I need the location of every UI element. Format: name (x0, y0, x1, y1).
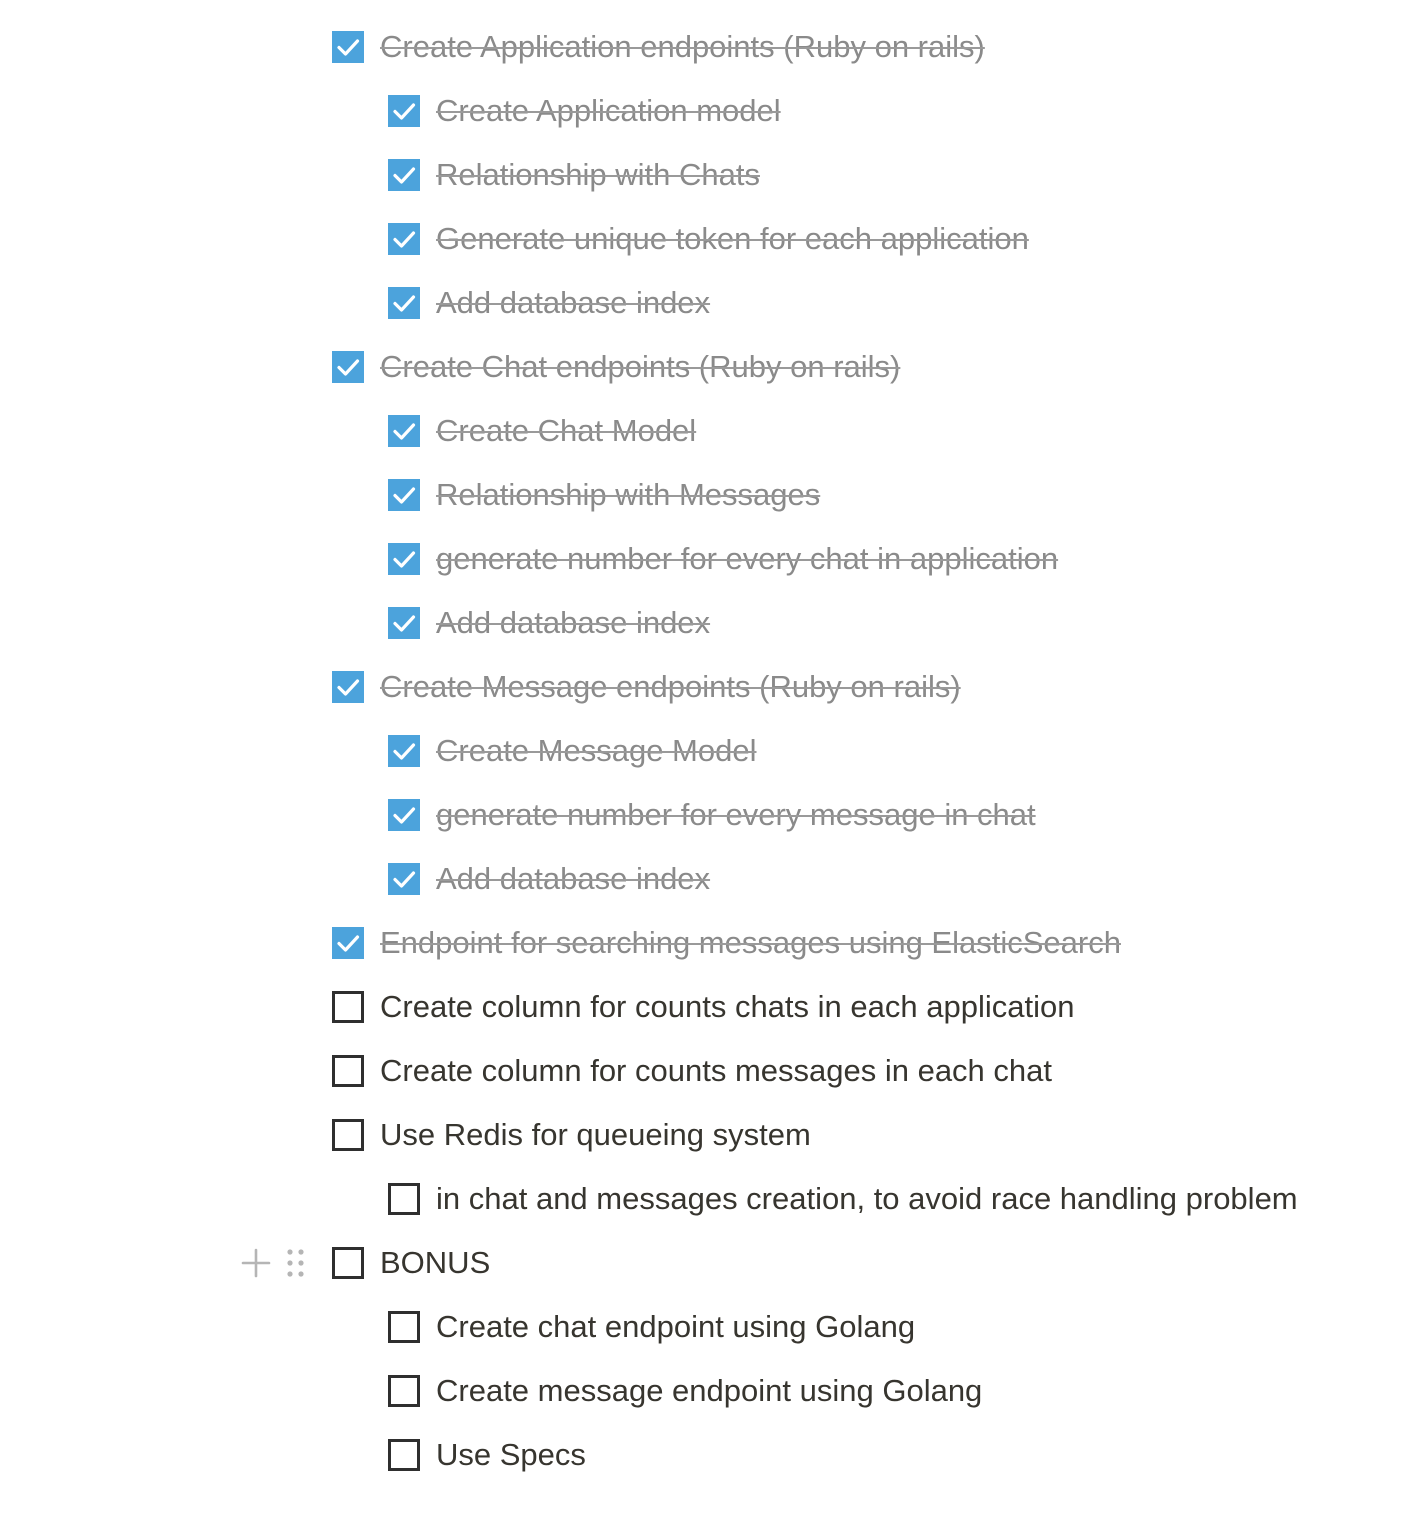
check-icon (337, 359, 360, 376)
todo-checkbox[interactable] (388, 863, 420, 895)
todo-text[interactable]: BONUS (380, 1231, 490, 1295)
check-icon (393, 167, 416, 184)
todo-item[interactable]: Generate unique token for each applicati… (0, 207, 1428, 271)
todo-item[interactable]: Create Chat Model (0, 399, 1428, 463)
check-icon (393, 295, 416, 312)
check-icon (393, 423, 416, 440)
todo-checkbox[interactable] (332, 1119, 364, 1151)
check-icon (337, 679, 360, 696)
todo-checkbox[interactable] (388, 1311, 420, 1343)
todo-item[interactable]: Add database index (0, 271, 1428, 335)
todo-checkbox[interactable] (332, 351, 364, 383)
todo-text[interactable]: Relationship with Chats (436, 143, 760, 207)
todo-item[interactable]: in chat and messages creation, to avoid … (0, 1167, 1428, 1231)
check-icon (393, 231, 416, 248)
todo-text[interactable]: Generate unique token for each applicati… (436, 207, 1029, 271)
todo-checkbox[interactable] (388, 223, 420, 255)
todo-item[interactable]: Endpoint for searching messages using El… (0, 911, 1428, 975)
todo-checkbox[interactable] (388, 1439, 420, 1471)
todo-text[interactable]: Use Specs (436, 1423, 586, 1487)
todo-item[interactable]: Use Specs (0, 1423, 1428, 1487)
todo-checkbox[interactable] (332, 1055, 364, 1087)
todo-text[interactable]: Create Message Model (436, 719, 757, 783)
check-icon (393, 551, 416, 568)
todo-item[interactable]: Create chat endpoint using Golang (0, 1295, 1428, 1359)
todo-item[interactable]: BONUS (0, 1231, 1428, 1295)
todo-checkbox[interactable] (388, 287, 420, 319)
todo-text[interactable]: Create Application model (436, 79, 781, 143)
todo-item[interactable]: Add database index (0, 847, 1428, 911)
todo-item[interactable]: Relationship with Messages (0, 463, 1428, 527)
todo-text[interactable]: generate number for every message in cha… (436, 783, 1036, 847)
todo-checkbox[interactable] (388, 1183, 420, 1215)
todo-checkbox[interactable] (332, 991, 364, 1023)
todo-item[interactable]: Create message endpoint using Golang (0, 1359, 1428, 1423)
todo-list: Create Application endpoints (Ruby on ra… (0, 15, 1428, 1487)
drag-handle-icon[interactable] (286, 1247, 306, 1279)
todo-text[interactable]: Relationship with Messages (436, 463, 820, 527)
todo-checkbox[interactable] (388, 95, 420, 127)
plus-icon[interactable] (240, 1247, 272, 1279)
todo-item[interactable]: Create Message Model (0, 719, 1428, 783)
todo-item[interactable]: Create Chat endpoints (Ruby on rails) (0, 335, 1428, 399)
todo-text[interactable]: Add database index (436, 847, 710, 911)
todo-checkbox[interactable] (388, 543, 420, 575)
todo-text[interactable]: Create Chat endpoints (Ruby on rails) (380, 335, 900, 399)
todo-checkbox[interactable] (388, 479, 420, 511)
todo-text[interactable]: Create Message endpoints (Ruby on rails) (380, 655, 961, 719)
todo-checkbox[interactable] (388, 799, 420, 831)
check-icon (393, 103, 416, 120)
todo-text[interactable]: Create column for counts messages in eac… (380, 1039, 1052, 1103)
check-icon (337, 935, 360, 952)
todo-checkbox[interactable] (388, 735, 420, 767)
todo-text[interactable]: Create chat endpoint using Golang (436, 1295, 915, 1359)
check-icon (393, 807, 416, 824)
todo-item[interactable]: Relationship with Chats (0, 143, 1428, 207)
todo-text[interactable]: generate number for every chat in applic… (436, 527, 1058, 591)
todo-text[interactable]: Create Application endpoints (Ruby on ra… (380, 15, 985, 79)
todo-item[interactable]: Add database index (0, 591, 1428, 655)
todo-text[interactable]: Add database index (436, 591, 710, 655)
todo-checkbox[interactable] (388, 1375, 420, 1407)
todo-text[interactable]: Create message endpoint using Golang (436, 1359, 982, 1423)
check-icon (393, 615, 416, 632)
todo-checkbox[interactable] (332, 31, 364, 63)
todo-text[interactable]: Create column for counts chats in each a… (380, 975, 1074, 1039)
block-handles (240, 1247, 316, 1279)
todo-checkbox[interactable] (332, 1247, 364, 1279)
todo-item[interactable]: generate number for every chat in applic… (0, 527, 1428, 591)
todo-text[interactable]: Create Chat Model (436, 399, 696, 463)
check-icon (393, 871, 416, 888)
check-icon (337, 39, 360, 56)
todo-item[interactable]: Create Message endpoints (Ruby on rails) (0, 655, 1428, 719)
todo-item[interactable]: Create column for counts chats in each a… (0, 975, 1428, 1039)
todo-item[interactable]: generate number for every message in cha… (0, 783, 1428, 847)
todo-checkbox[interactable] (332, 671, 364, 703)
todo-checkbox[interactable] (388, 415, 420, 447)
check-icon (393, 743, 416, 760)
todo-checkbox[interactable] (388, 607, 420, 639)
todo-checkbox[interactable] (388, 159, 420, 191)
todo-item[interactable]: Create column for counts messages in eac… (0, 1039, 1428, 1103)
todo-checkbox[interactable] (332, 927, 364, 959)
todo-text[interactable]: Use Redis for queueing system (380, 1103, 811, 1167)
todo-text[interactable]: in chat and messages creation, to avoid … (436, 1167, 1298, 1231)
todo-text[interactable]: Endpoint for searching messages using El… (380, 911, 1121, 975)
todo-text[interactable]: Add database index (436, 271, 710, 335)
todo-item[interactable]: Create Application model (0, 79, 1428, 143)
todo-item[interactable]: Use Redis for queueing system (0, 1103, 1428, 1167)
todo-item[interactable]: Create Application endpoints (Ruby on ra… (0, 15, 1428, 79)
check-icon (393, 487, 416, 504)
